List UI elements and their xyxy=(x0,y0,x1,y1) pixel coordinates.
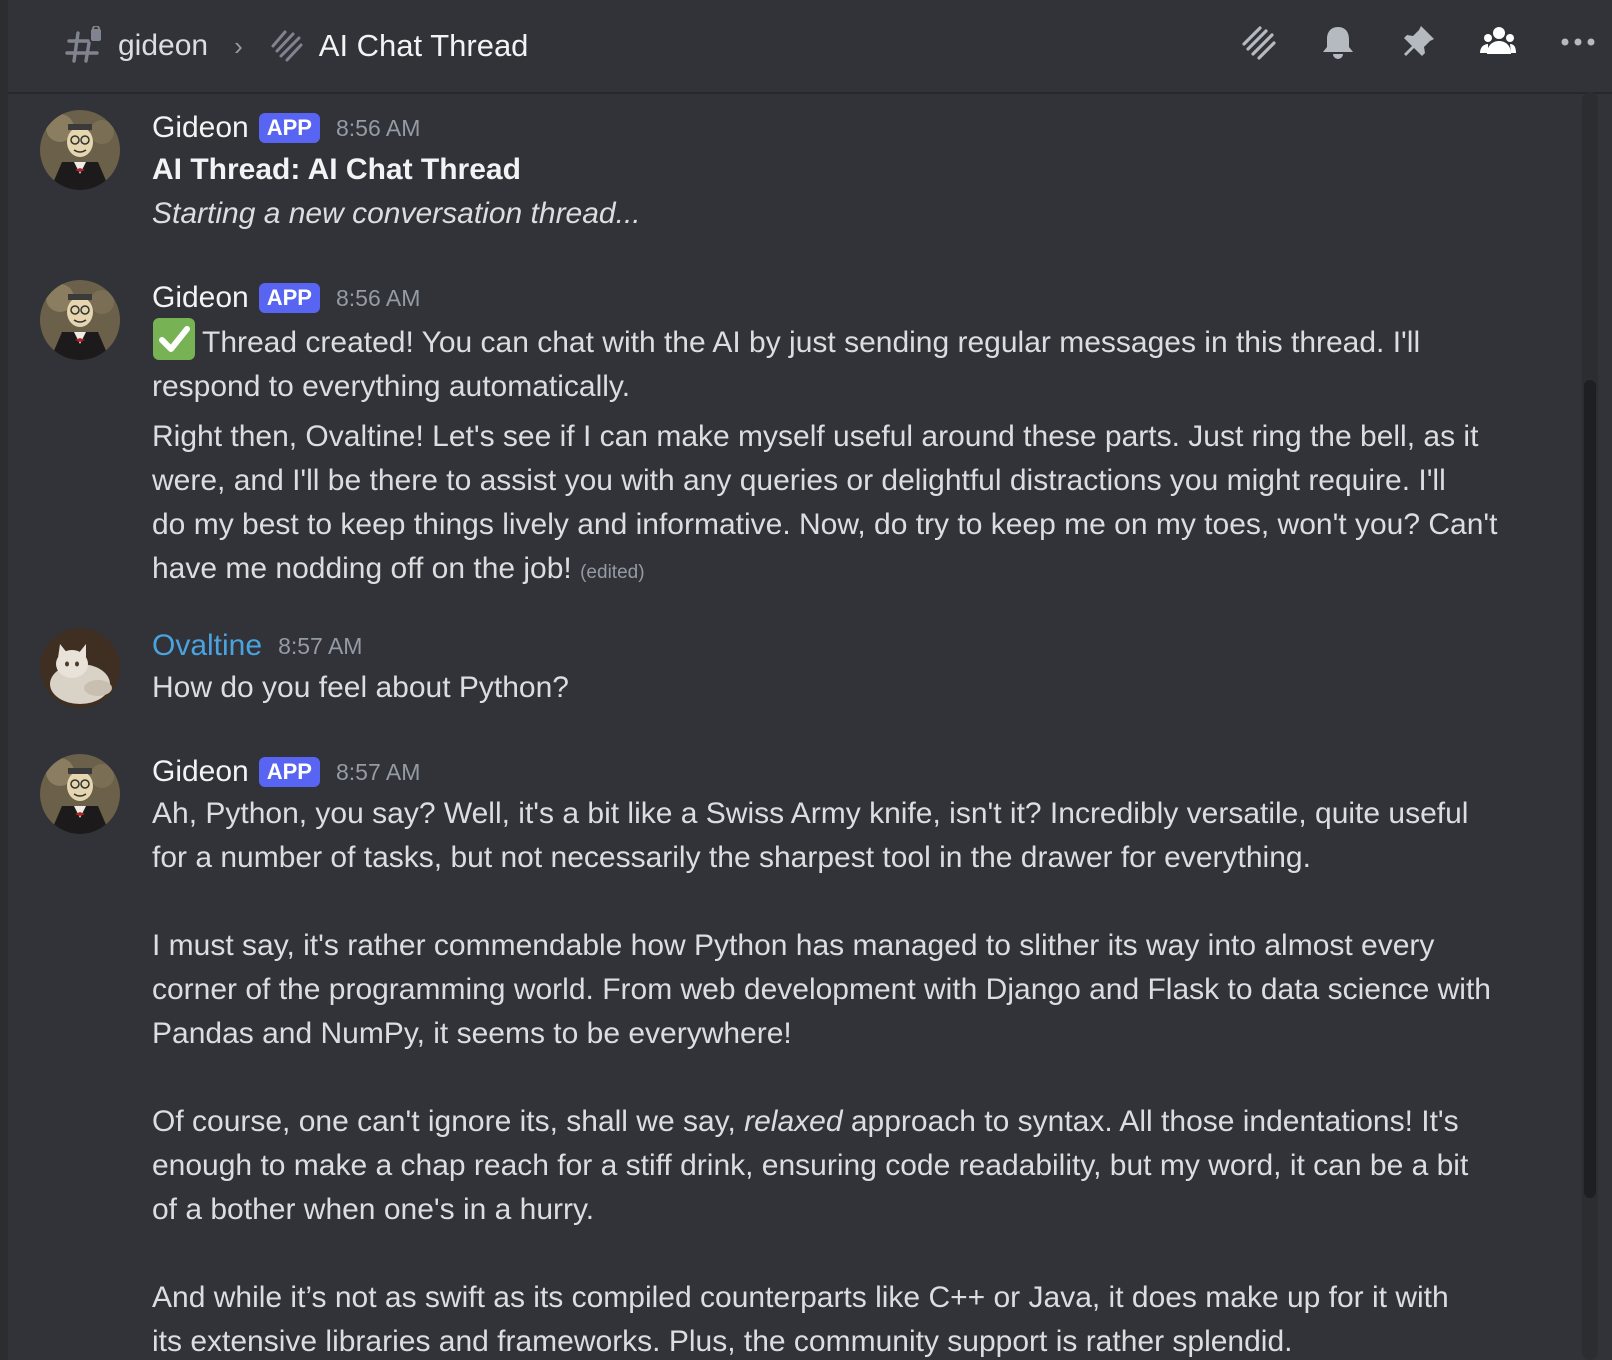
message-text: have me nodding off on the job! (edited) xyxy=(152,552,645,585)
more-icon[interactable] xyxy=(1558,22,1598,62)
timestamp: 8:56 AM xyxy=(336,284,421,311)
message-text: Of course, one can't ignore its, shall w… xyxy=(152,1105,1459,1138)
timestamp: 8:57 AM xyxy=(278,632,363,659)
emphasis-text: relaxed xyxy=(744,1105,843,1138)
timestamp: 8:57 AM xyxy=(336,758,421,785)
channel-hash-icon xyxy=(65,26,101,63)
message-text: respond to everything automatically. xyxy=(152,370,631,403)
message-list: Gideon APP 8:56 AM AI Thread: AI Chat Th… xyxy=(8,92,1548,1360)
scrollbar-thumb[interactable] xyxy=(1584,380,1596,1198)
avatar-gideon[interactable] xyxy=(40,280,120,360)
breadcrumb: gideon › AI Chat Thread xyxy=(64,26,528,66)
message-text: Right then, Ovaltine! Let's see if I can… xyxy=(152,420,1479,453)
message-text: its extensive libraries and frameworks. … xyxy=(152,1325,1293,1358)
avatar-gideon[interactable] xyxy=(40,754,120,834)
thread-icon xyxy=(271,30,303,62)
app-badge: APP xyxy=(258,757,320,787)
header-toolbar xyxy=(1238,22,1598,62)
author-name[interactable]: Gideon xyxy=(152,111,249,145)
author-name[interactable]: Gideon xyxy=(152,281,249,315)
threads-icon[interactable] xyxy=(1238,22,1278,62)
message-text: Thread created! You can chat with the AI… xyxy=(152,318,1522,365)
thread-title: AI Chat Thread xyxy=(318,28,529,63)
breadcrumb-separator: › xyxy=(234,30,243,61)
author-name[interactable]: Ovaltine xyxy=(152,629,262,663)
message-text: were, and I'll be there to assist you wi… xyxy=(152,464,1446,497)
message-text: do my best to keep things lively and inf… xyxy=(152,508,1498,541)
gideon-avatar-image xyxy=(40,110,120,190)
check-mark-emoji-icon xyxy=(153,318,195,360)
gideon-avatar-image xyxy=(40,754,120,834)
timestamp: 8:56 AM xyxy=(336,114,421,141)
bell-icon[interactable] xyxy=(1318,22,1358,62)
members-icon[interactable] xyxy=(1478,22,1518,62)
app-badge: APP xyxy=(258,283,320,313)
message-text: Pandas and NumPy, it seems to be everywh… xyxy=(152,1017,792,1050)
thread-announcement-title: AI Thread: AI Chat Thread xyxy=(152,153,521,186)
thread-announcement-subtitle: Starting a new conversation thread... xyxy=(152,197,641,230)
message-text: I must say, it's rather commendable how … xyxy=(152,929,1435,962)
message-text: enough to make a chap reach for a stiff … xyxy=(152,1149,1469,1182)
pin-icon[interactable] xyxy=(1398,22,1438,62)
author-name[interactable]: Gideon xyxy=(152,755,249,789)
message-text: Ah, Python, you say? Well, it's a bit li… xyxy=(152,797,1469,830)
ovaltine-avatar-image xyxy=(40,628,120,708)
message-text: for a number of tasks, but not necessari… xyxy=(152,841,1311,874)
message-text: corner of the programming world. From we… xyxy=(152,973,1491,1006)
avatar-ovaltine[interactable] xyxy=(40,628,120,708)
thread-header: gideon › AI Chat Thread xyxy=(8,0,1612,94)
channel-name[interactable]: gideon xyxy=(118,29,208,63)
edited-label: (edited) xyxy=(580,562,645,583)
avatar-gideon[interactable] xyxy=(40,110,120,190)
message-text: And while it’s not as swift as its compi… xyxy=(152,1281,1449,1314)
message-text: of a bother when one's in a hurry. xyxy=(152,1193,595,1226)
left-edge xyxy=(0,0,8,1360)
message-text: How do you feel about Python? xyxy=(152,671,569,704)
gideon-avatar-image xyxy=(40,280,120,360)
app-badge: APP xyxy=(258,113,320,143)
